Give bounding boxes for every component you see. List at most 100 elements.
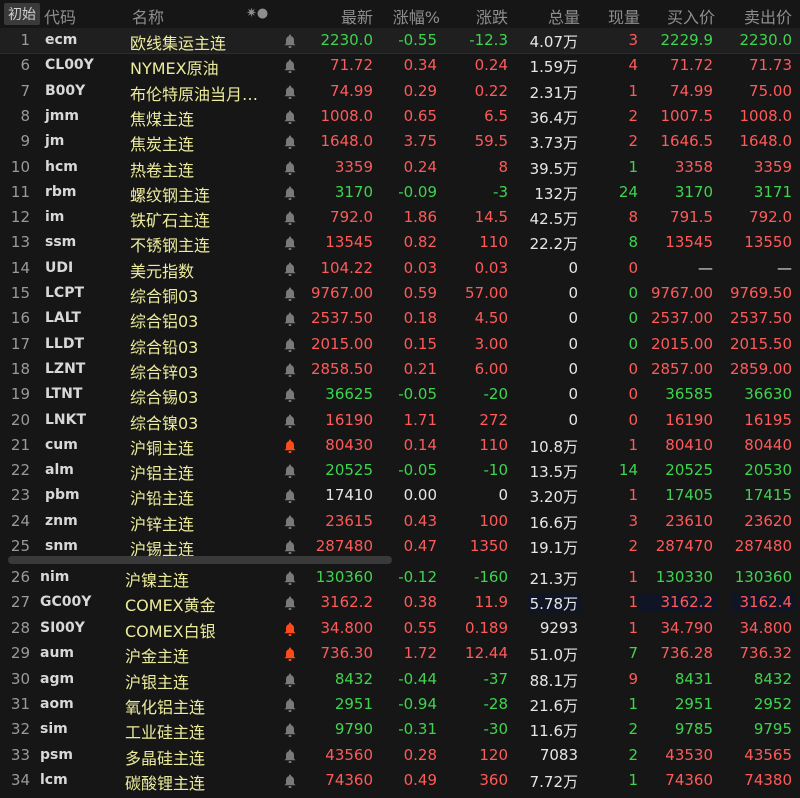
alert-bell-icon[interactable] [284, 363, 296, 377]
table-row[interactable]: 24 znm 沪锌主连 23615 0.43 100 16.6万 3 23610 23620 [0, 509, 800, 534]
column-chg[interactable]: 涨跌 [476, 4, 508, 28]
change-percent: -0.94 [398, 695, 437, 713]
table-row[interactable]: 18 LZNT 综合锌03 2858.50 0.21 6.00 0 0 2857.00 2859.… [0, 357, 800, 382]
column-pct[interactable]: 涨幅% [393, 4, 440, 28]
alert-bell-icon[interactable] [284, 262, 296, 276]
alert-bell-icon[interactable] [284, 439, 296, 453]
alert-bell-icon[interactable] [284, 698, 296, 712]
symbol-code: aom [40, 696, 74, 712]
alert-bell-icon[interactable] [284, 211, 296, 226]
table-row[interactable]: 31 aom 氧化铝主连 2951 -0.94 -28 21.6万 1 2951 2952 [0, 692, 800, 717]
alert-bell-icon[interactable] [284, 774, 296, 789]
table-row[interactable]: 8 jmm 焦煤主连 1008.0 0.65 6.5 36.4万 2 1007.5 1008.0 [0, 104, 800, 129]
alert-bell-icon[interactable] [284, 161, 296, 175]
alert-bell-icon[interactable] [284, 110, 296, 124]
table-row[interactable]: 13 ssm 不锈钢主连 13545 0.82 110 22.2万 8 13545 13550 [0, 230, 800, 255]
alert-bell-icon[interactable] [284, 338, 296, 352]
table-row[interactable]: 1 ecm 欧线集运主连 2230.0 -0.55 -12.3 4.07万 3 2229.9 22… [0, 28, 800, 54]
alert-bell-icon[interactable] [284, 723, 296, 738]
alert-bell-icon[interactable] [284, 186, 296, 200]
column-current-volume[interactable]: 现量 [608, 4, 640, 28]
alert-bell-icon[interactable] [284, 622, 296, 636]
last-price: 2015.00 [310, 334, 373, 353]
alert-bell-icon[interactable] [284, 571, 296, 585]
change-percent: 1.72 [403, 644, 437, 663]
symbol-code: alm [45, 462, 74, 479]
last-price: 2537.50 [310, 309, 373, 328]
alert-bell-icon[interactable] [284, 749, 296, 763]
current-volume: 1 [628, 695, 638, 713]
column-last[interactable]: 最新 [341, 4, 373, 28]
row-index: 10 [10, 157, 30, 176]
bid-price: 13545 [665, 233, 713, 252]
alert-bell-icon[interactable] [284, 236, 296, 251]
table-row[interactable]: 27 GC00Y COMEX黄金 3162.2 0.38 11.9 5.78万 1 3162.2… [0, 590, 800, 615]
change-amount: 110 [479, 233, 508, 252]
column-bid[interactable]: 买入价 [667, 4, 715, 28]
table-row[interactable]: 34 lcm 碳酸锂主连 74360 0.49 360 7.72万 1 74360 74380 [0, 768, 800, 793]
table-row[interactable]: 22 alm 沪铝主连 20525 -0.05 -10 13.5万 14 20525 20530 [0, 458, 800, 483]
table-row[interactable]: 6 CL00Y NYMEX原油 71.72 0.34 0.24 1.59万 4 71.72 71.… [0, 53, 800, 78]
alert-bell-icon[interactable] [284, 647, 296, 662]
alert-bell-icon[interactable] [284, 287, 296, 301]
table-row[interactable]: 7 B00Y 布伦特原油当月… 74.99 0.29 0.22 2.31万 1 74.99 75.… [0, 79, 800, 104]
table-row[interactable]: 15 LCPT 综合铜03 9767.00 0.59 57.00 0 0 9767.00 9769… [0, 281, 800, 306]
table-row[interactable]: 29 aum 沪金主连 736.30 1.72 12.44 51.0万 7 736.28 736.… [0, 641, 800, 666]
bid-price: 791.5 [670, 208, 713, 227]
alert-bell-icon[interactable] [284, 59, 296, 74]
alert-bell-icon[interactable] [284, 85, 296, 99]
alert-bell-icon[interactable] [284, 673, 296, 687]
bid-price: 130330 [655, 568, 713, 586]
table-row[interactable]: 14 UDI 美元指数 104.22 0.03 0.03 0 0 — — [0, 256, 800, 281]
table-row[interactable]: 19 LTNT 综合锡03 36625 -0.05 -20 0 0 36585 36630 [0, 382, 800, 407]
table-row[interactable]: 20 LNKT 综合镍03 16190 1.71 272 0 0 16190 16195 [0, 408, 800, 433]
ask-price: 80440 [744, 435, 792, 454]
table-row[interactable]: 30 agm 沪银主连 8432 -0.44 -37 88.1万 9 8431 8432 [0, 667, 800, 692]
table-row[interactable]: 26 nim 沪镍主连 130360 -0.12 -160 21.3万 1 130330 1303… [0, 565, 800, 590]
column-ask[interactable]: 卖出价 [744, 4, 792, 28]
change-amount: 59.5 [474, 132, 508, 151]
ask-price: 43565 [744, 745, 792, 764]
symbol-name: 工业硅主连 [125, 723, 206, 743]
change-percent: -0.44 [398, 669, 437, 688]
tab-initial[interactable]: 初始 [4, 3, 40, 25]
table-row[interactable]: 28 SI00Y COMEX白银 34.800 0.55 0.189 9293 1 34.790… [0, 616, 800, 641]
column-name[interactable]: 名称 [132, 4, 164, 28]
alert-bell-icon[interactable] [284, 312, 296, 327]
symbol-name: 沪铅主连 [130, 489, 195, 509]
symbol-code: LTNT [45, 386, 83, 403]
change-amount: 12.44 [465, 644, 508, 663]
column-volume[interactable]: 总量 [548, 4, 580, 28]
column-settings-icon[interactable]: ✷● [246, 6, 268, 21]
symbol-code: LLDT [45, 335, 85, 352]
alert-bell-icon[interactable] [284, 464, 296, 479]
table-row[interactable]: 12 im 铁矿石主连 792.0 1.86 14.5 42.5万 8 791.5 792.0 [0, 205, 800, 230]
alert-bell-icon[interactable] [284, 414, 296, 428]
total-volume: 0 [568, 309, 578, 328]
table-row[interactable]: 10 hcm 热卷主连 3359 0.24 8 39.5万 1 3358 3359 [0, 155, 800, 180]
table-row[interactable]: 11 rbm 螺纹钢主连 3170 -0.09 -3 132万 24 3170 3171 [0, 180, 800, 205]
alert-bell-icon[interactable] [284, 135, 296, 150]
table-row[interactable]: 33 psm 多晶硅主连 43560 0.28 120 7083 2 43530 43565 [0, 743, 800, 768]
horizontal-scrollbar[interactable] [8, 556, 392, 564]
alert-bell-icon[interactable] [284, 489, 296, 504]
bid-price: 43530 [665, 745, 713, 764]
alert-bell-icon[interactable] [284, 388, 296, 403]
table-row[interactable]: 23 pbm 沪铅主连 17410 0.00 0 3.20万 1 17405 17415 [0, 483, 800, 508]
change-amount: 0 [498, 486, 508, 505]
row-index: 7 [20, 81, 30, 100]
alert-bell-icon[interactable] [284, 540, 296, 554]
table-row[interactable]: 9 jm 焦炭主连 1648.0 3.75 59.5 3.73万 2 1646.5 1648.0 [0, 129, 800, 154]
table-row[interactable]: 21 cum 沪铜主连 80430 0.14 110 10.8万 1 80410 80440 [0, 433, 800, 458]
alert-bell-icon[interactable] [284, 34, 296, 48]
table-row[interactable]: 32 sim 工业硅主连 9790 -0.31 -30 11.6万 2 9785 9795 [0, 717, 800, 742]
total-volume: 0 [568, 284, 578, 302]
table-row[interactable]: 16 LALT 综合铝03 2537.50 0.18 4.50 0 0 2537.00 2537.… [0, 306, 800, 331]
alert-bell-icon[interactable] [284, 515, 296, 529]
alert-bell-icon[interactable] [284, 596, 296, 611]
current-volume: 1 [628, 486, 638, 505]
ask-price: 17415 [744, 486, 792, 505]
symbol-name: 综合铅03 [130, 337, 199, 357]
column-code[interactable]: 代码 [44, 4, 76, 28]
table-row[interactable]: 17 LLDT 综合铅03 2015.00 0.15 3.00 0 0 2015.00 2015.… [0, 332, 800, 357]
